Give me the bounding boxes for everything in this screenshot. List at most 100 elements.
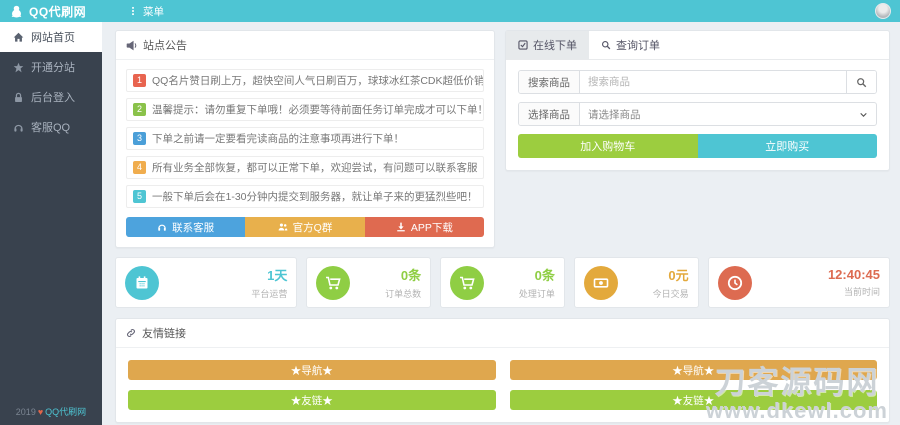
notice-text: 温馨提示：请勿重复下单哦！必须要等待前面任务订单完成才可以下单！ [152, 104, 484, 116]
user-avatar[interactable] [875, 3, 891, 19]
friend-link-button[interactable]: ★友链★ [128, 390, 496, 410]
notice-item[interactable]: 1 QQ名片赞日刷上万，超快空间人气日刷百万，球球冰红茶CDK超低价销售 [126, 69, 484, 92]
calendar-icon [136, 275, 148, 288]
stat-circle [583, 265, 618, 300]
stat-card-platform-days: 1天 平台运营 [115, 257, 298, 308]
stat-card-today-trades: 0元 今日交易 [573, 257, 699, 308]
site-title: QQ代刷网 [29, 4, 87, 19]
buy-now-button[interactable]: 立即购买 [697, 134, 877, 158]
sidebar-nav: 网站首页 开通分站 后台登入 客服QQ [0, 22, 102, 142]
sidebar-item-label: 网站首页 [31, 32, 75, 44]
sidebar-item-label: 后台登入 [31, 92, 75, 104]
nav-link-button[interactable]: ★导航★ [128, 360, 496, 380]
money-icon [593, 277, 609, 288]
tab-online-order[interactable]: 在线下单 [506, 31, 589, 59]
search-product-input[interactable] [580, 71, 846, 93]
sidebar: 网站首页 开通分站 后台登入 客服QQ 2019 ♥ QQ代刷网 [0, 22, 102, 425]
headset-icon [158, 224, 166, 231]
stat-circle [717, 265, 752, 300]
sidebar-footer: 2019 ♥ QQ代刷网 [0, 405, 102, 418]
tab-query-order[interactable]: 查询订单 [589, 31, 672, 59]
stat-value: 12:40:45 [827, 267, 880, 282]
download-icon [397, 222, 405, 232]
sidebar-item-substation[interactable]: 开通分站 [0, 52, 102, 82]
order-form: 搜索商品 选择商品 请选择商品 加入购物车 [506, 60, 889, 170]
stat-label: 当前时间 [843, 287, 880, 297]
main-content: 站点公告 1 QQ名片赞日刷上万，超快空间人气日刷百万，球球冰红茶CDK超低价销… [102, 22, 900, 425]
friendly-links-header: 友情链接 [116, 319, 889, 348]
nav-link-button[interactable]: ★导航★ [509, 360, 877, 380]
stat-value: 0条 [400, 268, 422, 283]
stat-value: 1天 [267, 268, 288, 283]
sidebar-item-home[interactable]: 网站首页 [0, 22, 102, 52]
notice-text: 一般下单后会在1-30分钟内提交到服务器，就让单子来的更猛烈些吧！ [152, 191, 478, 203]
notice-text: 下单之前请一定要看完读商品的注意事项再进行下单！ [152, 133, 404, 145]
sidebar-item-admin-login[interactable]: 后台登入 [0, 82, 102, 112]
stat-circle [316, 265, 351, 300]
stat-circle [125, 265, 159, 300]
order-tabs: 在线下单 查询订单 [506, 31, 889, 60]
menu-button[interactable]: 菜单 [122, 0, 170, 22]
users-icon [278, 223, 288, 231]
clock-icon [727, 275, 742, 290]
sidebar-item-service-qq[interactable]: 客服QQ [0, 112, 102, 142]
announcement-panel: 站点公告 1 QQ名片赞日刷上万，超快空间人气日刷百万，球球冰红茶CDK超低价销… [115, 30, 495, 248]
search-submit-button[interactable] [846, 71, 876, 93]
search-product-label: 搜索商品 [519, 71, 580, 93]
stat-circle [450, 265, 485, 300]
footer-site-link[interactable]: QQ代刷网 [45, 407, 86, 417]
contact-service-button[interactable]: 联系客服 [126, 217, 246, 237]
check-square-icon [518, 40, 528, 50]
qq-penguin-logo-icon [11, 5, 22, 18]
notice-item[interactable]: 4 所有业务全部恢复，都可以正常下单，欢迎尝试，有问题可以联系客服 [126, 156, 484, 179]
notice-number-badge: 5 [133, 190, 146, 203]
select-product-group: 选择商品 请选择商品 [518, 102, 877, 126]
bullhorn-icon [126, 40, 137, 50]
stat-value: 0元 [668, 268, 689, 283]
search-icon [602, 41, 611, 50]
cart-icon [326, 276, 342, 289]
stat-card-current-time: 12:40:45 当前时间 [707, 257, 890, 308]
notice-item[interactable]: 3 下单之前请一定要看完读商品的注意事项再进行下单！ [126, 127, 484, 150]
app-download-button[interactable]: APP下载 [364, 217, 484, 237]
notice-number-badge: 4 [133, 161, 146, 174]
product-select[interactable]: 请选择商品 [580, 103, 876, 125]
home-icon [13, 32, 24, 42]
product-select-value: 请选择商品 [588, 108, 641, 121]
announcement-title: 站点公告 [143, 40, 187, 52]
notice-item[interactable]: 2 温馨提示：请勿重复下单哦！必须要等待前面任务订单完成才可以下单！ [126, 98, 484, 121]
brand[interactable]: QQ代刷网 [0, 3, 122, 20]
search-product-group: 搜索商品 [518, 70, 877, 94]
friendly-links-panel: 友情链接 ★导航★ ★导航★ ★友链★ ★友链★ [115, 318, 890, 423]
stat-card-processing-orders: 0条 处理订单 [440, 257, 565, 308]
stat-card-total-orders: 0条 订单总数 [306, 257, 432, 308]
app-window: QQ代刷网 菜单 网站首页 开通分站 后台登入 客服QQ 2019 ♥ QQ代刷… [0, 0, 900, 425]
friendly-links-title: 友情链接 [142, 328, 186, 340]
sidebar-item-label: 开通分站 [31, 62, 75, 74]
announcement-body: 1 QQ名片赞日刷上万，超快空间人气日刷百万，球球冰红茶CDK超低价销售 2 温… [116, 60, 494, 247]
star-icon [13, 62, 24, 72]
stat-label: 处理订单 [518, 289, 555, 299]
add-to-cart-button[interactable]: 加入购物车 [518, 134, 698, 158]
footer-year: 2019 [15, 407, 36, 417]
link-icon [127, 329, 135, 337]
select-product-label: 选择商品 [519, 103, 580, 125]
notice-item[interactable]: 5 一般下单后会在1-30分钟内提交到服务器，就让单子来的更猛烈些吧！ [126, 185, 484, 208]
official-qq-group-button[interactable]: 官方Q群 [245, 217, 365, 237]
notice-number-badge: 2 [133, 103, 146, 116]
order-panel: 在线下单 查询订单 搜索商品 搜索商品 选择商品 请选择商品 加入购物车 立即购… [505, 30, 890, 171]
notice-text: 所有业务全部恢复，都可以正常下单，欢迎尝试，有问题可以联系客服 [152, 162, 478, 174]
heart-icon: ♥ [37, 407, 44, 417]
stat-label: 今日交易 [652, 289, 689, 299]
menu-label: 菜单 [143, 5, 164, 18]
lock-icon [15, 92, 22, 102]
notice-text: QQ名片赞日刷上万，超快空间人气日刷百万，球球冰红茶CDK超低价销售 [152, 75, 484, 87]
stat-label: 平台运营 [251, 289, 288, 299]
menu-dots-icon [132, 6, 134, 16]
headset-icon [14, 124, 23, 132]
stat-value: 0条 [534, 268, 555, 283]
friendly-links-body: ★导航★ ★导航★ ★友链★ ★友链★ [116, 348, 889, 422]
search-icon [857, 77, 867, 87]
friend-link-button[interactable]: ★友链★ [509, 390, 877, 410]
notice-number-badge: 1 [133, 74, 146, 87]
